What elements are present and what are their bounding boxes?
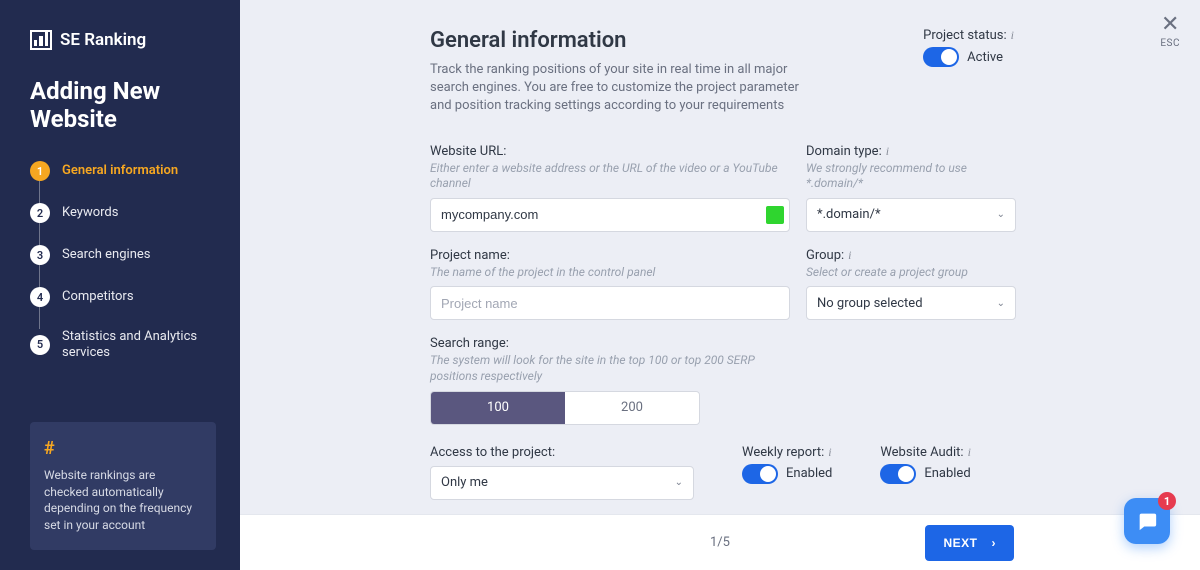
close-icon: ✕ <box>1160 14 1180 36</box>
project-name-input[interactable] <box>430 286 790 320</box>
group-select[interactable]: No group selected ⌄ <box>806 286 1016 320</box>
info-icon[interactable]: i <box>848 248 851 263</box>
step-label: Search engines <box>62 247 150 263</box>
website-url-label: Website URL: <box>430 144 790 159</box>
group-label: Group: <box>806 248 844 263</box>
step-keywords[interactable]: 2 Keywords <box>30 203 216 245</box>
step-label: Keywords <box>62 205 118 221</box>
group-hint: Select or create a project group <box>806 265 1016 281</box>
domain-type-label: Domain type: <box>806 144 882 159</box>
weekly-report-label: Weekly report: <box>742 445 824 460</box>
step-label: General information <box>62 163 178 179</box>
step-label: Statistics and Analytics services <box>62 329 216 360</box>
website-audit-value: Enabled <box>924 466 970 481</box>
domain-type-value: *.domain/* <box>817 207 881 222</box>
access-select[interactable]: Only me ⌄ <box>430 466 694 500</box>
project-status-label: Project status: <box>923 28 1007 43</box>
project-status-toggle[interactable] <box>923 47 959 67</box>
access-label: Access to the project: <box>430 445 694 460</box>
website-url-hint: Either enter a website address or the UR… <box>430 161 790 192</box>
website-url-input[interactable] <box>430 198 790 232</box>
chat-badge: 1 <box>1158 492 1176 510</box>
sidebar: SE Ranking Adding New Website 1 General … <box>0 0 240 570</box>
weekly-report-value: Enabled <box>786 466 832 481</box>
info-icon[interactable]: i <box>968 445 971 460</box>
next-button[interactable]: NEXT › <box>925 525 1014 561</box>
search-range-option-200[interactable]: 200 <box>565 392 699 424</box>
next-button-label: NEXT <box>943 536 977 550</box>
step-label: Competitors <box>62 289 134 305</box>
brand-text: SE Ranking <box>60 30 146 50</box>
main-panel: ✕ ESC General information Track the rank… <box>240 0 1200 570</box>
step-number: 2 <box>30 203 50 223</box>
search-range-hint: The system will look for the site in the… <box>430 353 790 384</box>
page-indicator: 1/5 <box>710 535 730 550</box>
sidebar-info-text: Website rankings are checked automatical… <box>44 467 202 534</box>
search-range-option-100[interactable]: 100 <box>431 392 565 424</box>
bar-chart-icon <box>30 30 52 50</box>
step-number: 4 <box>30 287 50 307</box>
favicon-preview-icon <box>766 206 784 224</box>
chevron-right-icon: › <box>992 536 997 550</box>
project-name-label: Project name: <box>430 248 790 263</box>
hash-icon: # <box>44 436 202 461</box>
step-competitors[interactable]: 4 Competitors <box>30 287 216 329</box>
search-range-toggle: 100 200 <box>430 391 700 425</box>
info-icon[interactable]: i <box>828 445 831 460</box>
search-range-label: Search range: <box>430 336 790 351</box>
website-audit-label: Website Audit: <box>880 445 963 460</box>
access-value: Only me <box>441 475 488 490</box>
group-value: No group selected <box>817 296 923 311</box>
page-title: General information <box>430 28 810 53</box>
chevron-down-icon: ⌄ <box>997 298 1005 309</box>
close-label: ESC <box>1160 38 1180 49</box>
step-number: 3 <box>30 245 50 265</box>
info-icon[interactable]: i <box>1011 28 1014 43</box>
step-general-information[interactable]: 1 General information <box>30 161 216 203</box>
wizard-footer: 1/5 NEXT › <box>240 514 1200 570</box>
website-audit-toggle[interactable] <box>880 464 916 484</box>
project-status-value: Active <box>967 50 1003 65</box>
chat-icon <box>1136 510 1158 532</box>
chat-widget[interactable]: 1 <box>1124 498 1170 544</box>
step-statistics[interactable]: 5 Statistics and Analytics services <box>30 329 216 360</box>
weekly-report-toggle[interactable] <box>742 464 778 484</box>
domain-type-hint: We strongly recommend to use *.domain/* <box>806 161 1016 192</box>
page-lead: Track the ranking positions of your site… <box>430 61 810 116</box>
domain-type-select[interactable]: *.domain/* ⌄ <box>806 198 1016 232</box>
sidebar-info-box: # Website rankings are checked automatic… <box>30 422 216 550</box>
wizard-steps: 1 General information 2 Keywords 3 Searc… <box>30 161 216 360</box>
step-search-engines[interactable]: 3 Search engines <box>30 245 216 287</box>
chevron-down-icon: ⌄ <box>675 477 683 488</box>
project-name-hint: The name of the project in the control p… <box>430 265 790 281</box>
brand-logo: SE Ranking <box>30 30 216 50</box>
chevron-down-icon: ⌄ <box>997 209 1005 220</box>
step-number: 5 <box>30 335 50 355</box>
sidebar-title: Adding New Website <box>30 78 216 133</box>
step-number: 1 <box>30 161 50 181</box>
info-icon[interactable]: i <box>886 144 889 159</box>
close-button[interactable]: ✕ ESC <box>1160 14 1180 49</box>
